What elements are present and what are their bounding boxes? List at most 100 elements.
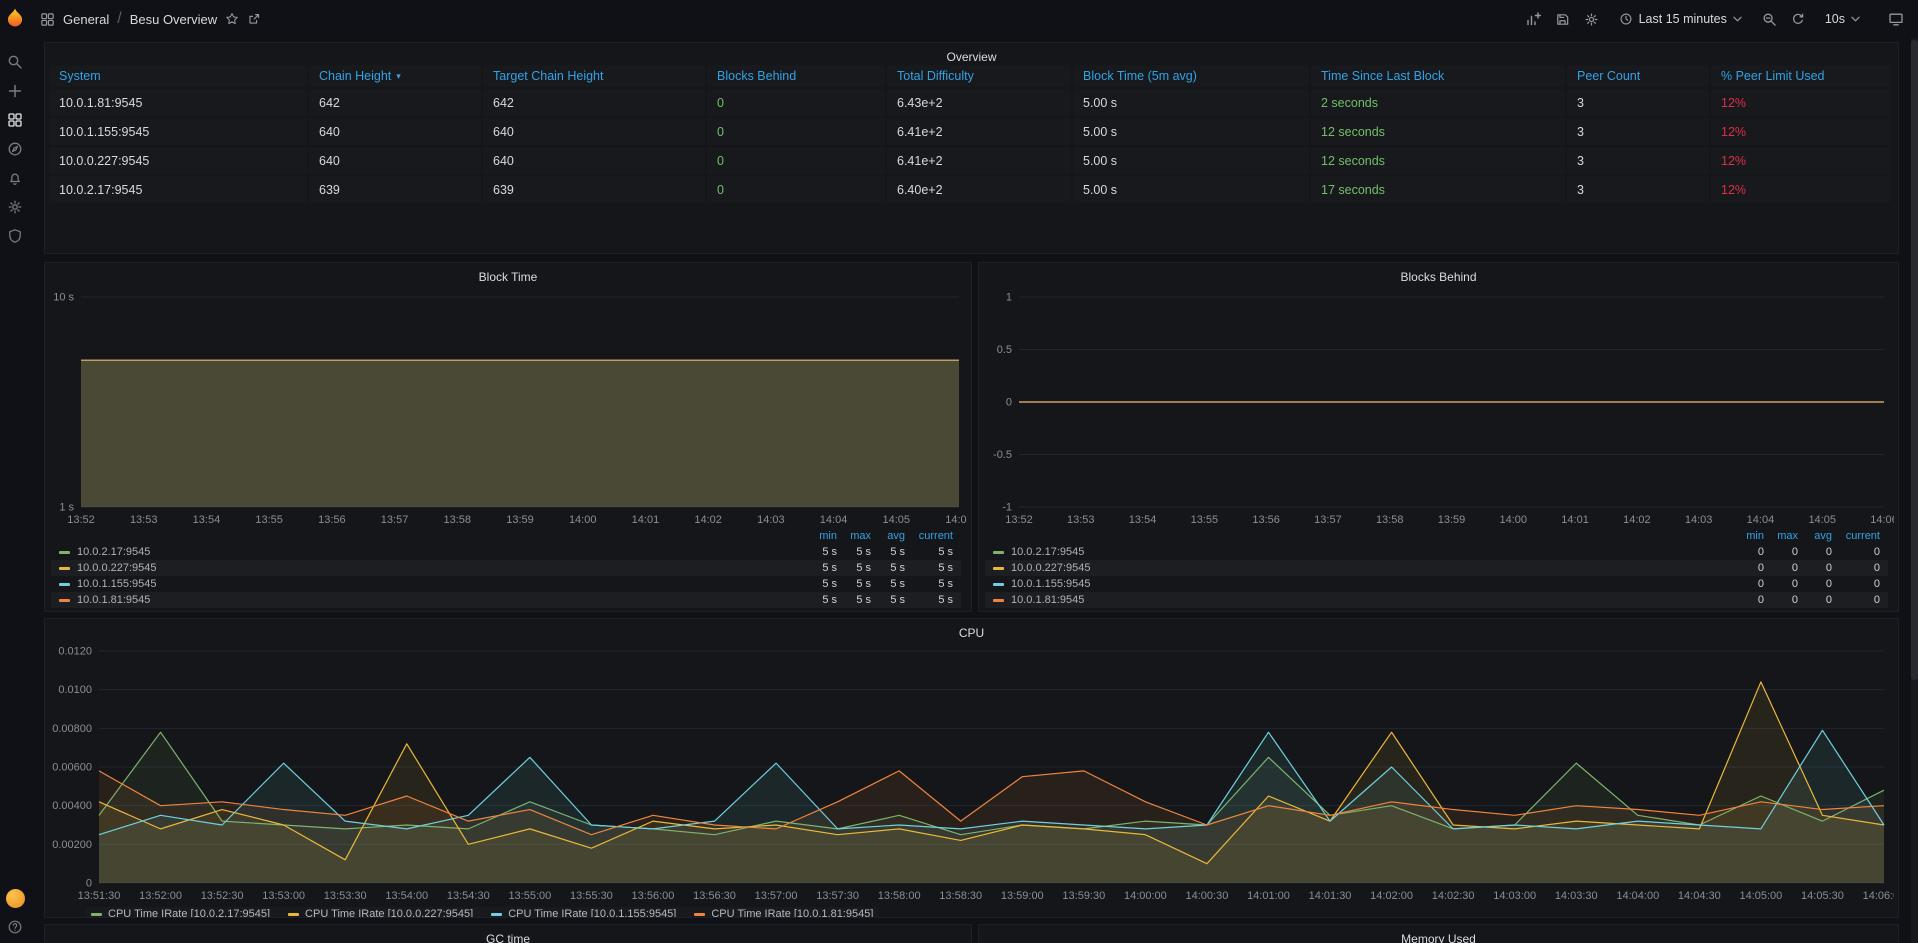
help-icon[interactable] bbox=[7, 919, 23, 935]
legend-sort-max[interactable]: max bbox=[1764, 530, 1798, 542]
table-cell: 642 bbox=[483, 89, 705, 116]
blocks-behind-chart[interactable]: 10.50-0.5-113:5213:5313:5413:5513:5613:5… bbox=[985, 289, 1894, 533]
svg-text:0.00400: 0.00400 bbox=[52, 800, 92, 812]
legend-value: 0 bbox=[1798, 594, 1832, 606]
tv-mode-icon[interactable] bbox=[1888, 8, 1904, 30]
block-time-chart[interactable]: 10 s1 s13:5213:5313:5413:5513:5613:5713:… bbox=[51, 289, 967, 533]
panel-title-cpu[interactable]: CPU bbox=[45, 619, 1898, 641]
svg-text:14:01: 14:01 bbox=[1561, 514, 1589, 526]
legend-series-name[interactable]: 10.0.1.81:9545 bbox=[1011, 594, 1084, 606]
series-color-swatch-icon bbox=[694, 913, 705, 916]
svg-text:13:53:00: 13:53:00 bbox=[262, 890, 305, 902]
table-cell: 3 bbox=[1567, 89, 1709, 116]
legend-series[interactable]: CPU Time IRate [10.0.0.227:9545] bbox=[288, 908, 473, 918]
add-panel-icon[interactable] bbox=[1525, 8, 1541, 30]
svg-text:0.0120: 0.0120 bbox=[58, 646, 92, 658]
table-cell: 10.0.0.227:9545 bbox=[49, 147, 307, 174]
gear-icon[interactable] bbox=[2, 194, 28, 220]
star-icon[interactable] bbox=[225, 8, 239, 30]
save-dashboard-icon[interactable] bbox=[1555, 8, 1570, 30]
column-header-total-difficulty[interactable]: Total Difficulty bbox=[887, 65, 1071, 87]
dashboard-settings-icon[interactable] bbox=[1584, 8, 1599, 30]
panel-title-gc-time[interactable]: GC time bbox=[45, 925, 971, 943]
column-header-peer-count[interactable]: Peer Count bbox=[1567, 65, 1709, 87]
panel-title-overview[interactable]: Overview bbox=[45, 43, 1898, 65]
legend-sort-min[interactable]: min bbox=[803, 530, 837, 542]
table-cell: 12 seconds bbox=[1311, 118, 1565, 145]
refresh-interval-picker[interactable]: 10s bbox=[1819, 11, 1866, 27]
panel-title-block-time[interactable]: Block Time bbox=[45, 263, 971, 285]
legend-series-name[interactable]: 10.0.0.227:9545 bbox=[1011, 562, 1091, 574]
table-cell: 640 bbox=[483, 147, 705, 174]
bell-icon[interactable] bbox=[2, 165, 28, 191]
legend-series[interactable]: CPU Time IRate [10.0.2.17:9545] bbox=[91, 908, 270, 918]
svg-text:13:52:30: 13:52:30 bbox=[201, 890, 244, 902]
legend-sort-avg[interactable]: avg bbox=[871, 530, 905, 542]
breadcrumb-root[interactable]: General bbox=[63, 12, 109, 27]
shield-icon[interactable] bbox=[2, 223, 28, 249]
legend-value: 0 bbox=[1764, 546, 1798, 558]
refresh-icon[interactable] bbox=[1791, 8, 1805, 30]
legend-series-name[interactable]: 10.0.2.17:9545 bbox=[1011, 546, 1084, 558]
legend-series-name[interactable]: 10.0.1.81:9545 bbox=[77, 594, 150, 606]
table-cell: 10.0.1.155:9545 bbox=[49, 118, 307, 145]
legend-value: 0 bbox=[1730, 562, 1764, 574]
panel-title-blocks-behind[interactable]: Blocks Behind bbox=[979, 263, 1898, 285]
table-cell: 17 seconds bbox=[1311, 176, 1565, 203]
user-avatar[interactable] bbox=[6, 889, 25, 908]
cpu-legend: CPU Time IRate [10.0.2.17:9545] CPU Time … bbox=[85, 907, 879, 918]
legend-series-name[interactable]: 10.0.1.155:9545 bbox=[1011, 578, 1091, 590]
legend-sort-max[interactable]: max bbox=[837, 530, 871, 542]
table-cell: 6.41e+2 bbox=[887, 118, 1071, 145]
table-cell: 12% bbox=[1711, 89, 1890, 116]
series-color-swatch-icon bbox=[59, 583, 70, 586]
zoom-out-icon[interactable] bbox=[1762, 8, 1777, 30]
share-icon[interactable] bbox=[247, 8, 261, 30]
svg-text:13:52: 13:52 bbox=[67, 514, 95, 526]
block-time-legend: minmaxavgcurrent10.0.2.17:95455 s5 s5 s5… bbox=[51, 529, 961, 608]
legend-sort-avg[interactable]: avg bbox=[1798, 530, 1832, 542]
scrollbar-thumb[interactable] bbox=[1911, 40, 1918, 680]
column-header-chain-height[interactable]: Chain Height▾ bbox=[309, 65, 481, 87]
compass-icon[interactable] bbox=[2, 136, 28, 162]
grafana-logo-icon[interactable] bbox=[5, 7, 25, 32]
legend-row: 10.0.1.155:95455 s5 s5 s5 s bbox=[51, 576, 961, 592]
plus-icon[interactable] bbox=[2, 78, 28, 104]
blocks-behind-legend: minmaxavgcurrent10.0.2.17:9545000010.0.0… bbox=[985, 529, 1888, 608]
svg-text:14:05:30: 14:05:30 bbox=[1801, 890, 1844, 902]
series-color-swatch-icon bbox=[993, 567, 1004, 570]
legend-value: 5 s bbox=[837, 546, 871, 558]
panel-title-memory-used[interactable]: Memory Used bbox=[979, 925, 1898, 943]
time-range-picker[interactable]: Last 15 minutes bbox=[1613, 11, 1748, 27]
legend-series-name[interactable]: 10.0.0.227:9545 bbox=[77, 562, 157, 574]
apps-icon[interactable] bbox=[2, 107, 28, 133]
svg-text:13:56: 13:56 bbox=[1252, 514, 1280, 526]
breadcrumb-title[interactable]: Besu Overview bbox=[130, 12, 217, 27]
svg-text:14:02:30: 14:02:30 bbox=[1432, 890, 1475, 902]
legend-series-name[interactable]: 10.0.1.155:9545 bbox=[77, 578, 157, 590]
legend-series[interactable]: CPU Time IRate [10.0.1.81:9545] bbox=[694, 908, 873, 918]
search-icon[interactable] bbox=[2, 49, 28, 75]
legend-sort-current[interactable]: current bbox=[1832, 530, 1880, 542]
column-header--peer-limit-used[interactable]: % Peer Limit Used bbox=[1711, 65, 1890, 87]
column-header-block-time-5m-avg-[interactable]: Block Time (5m avg) bbox=[1073, 65, 1309, 87]
table-cell: 6.40e+2 bbox=[887, 176, 1071, 203]
cpu-chart[interactable]: 00.002000.004000.006000.008000.01000.012… bbox=[51, 645, 1894, 909]
svg-text:13:58:00: 13:58:00 bbox=[878, 890, 921, 902]
column-header-blocks-behind[interactable]: Blocks Behind bbox=[707, 65, 885, 87]
legend-row: 10.0.1.81:95450000 bbox=[985, 592, 1888, 608]
table-cell: 12% bbox=[1711, 118, 1890, 145]
legend-value: 0 bbox=[1730, 594, 1764, 606]
column-header-target-chain-height[interactable]: Target Chain Height bbox=[483, 65, 705, 87]
legend-sort-min[interactable]: min bbox=[1730, 530, 1764, 542]
column-header-time-since-last-block[interactable]: Time Since Last Block bbox=[1311, 65, 1565, 87]
legend-series[interactable]: CPU Time IRate [10.0.1.155:9545] bbox=[491, 908, 676, 918]
legend-series-name[interactable]: 10.0.2.17:9545 bbox=[77, 546, 150, 558]
legend-value: 0 bbox=[1832, 594, 1880, 606]
legend-sort-current[interactable]: current bbox=[905, 530, 953, 542]
svg-text:14:06:00: 14:06:00 bbox=[1863, 890, 1894, 902]
table-cell: 639 bbox=[483, 176, 705, 203]
column-header-system[interactable]: System bbox=[49, 65, 307, 87]
svg-text:14:04: 14:04 bbox=[820, 514, 848, 526]
svg-text:14:02:00: 14:02:00 bbox=[1370, 890, 1413, 902]
